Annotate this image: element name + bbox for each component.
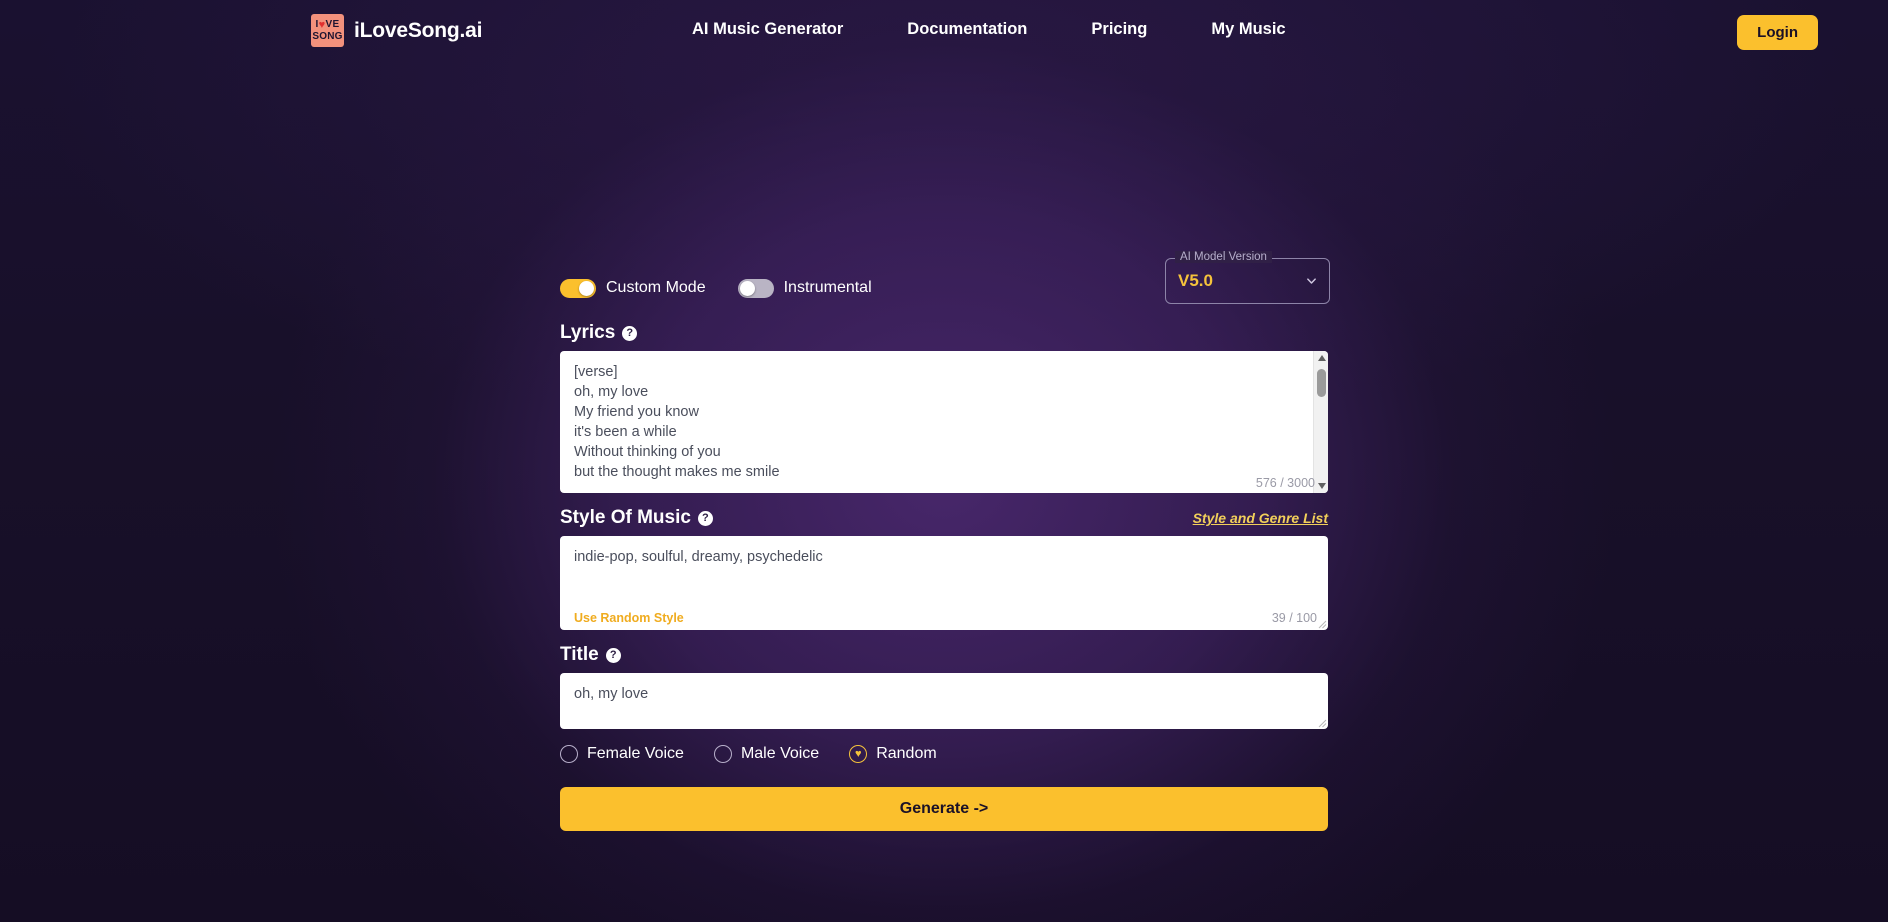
radio-random-voice[interactable]: ♥ Random xyxy=(849,745,937,764)
ai-model-version-legend: AI Model Version xyxy=(1175,251,1272,264)
nav-item-my-music[interactable]: My Music xyxy=(1179,20,1317,39)
radio-female-voice[interactable]: Female Voice xyxy=(560,745,684,764)
use-random-style-button[interactable]: Use Random Style xyxy=(574,611,684,625)
logo-mark-line2: SONG xyxy=(312,30,343,42)
lyrics-label: Lyrics ? xyxy=(560,322,638,344)
ai-model-version-field: AI Model Version V5.0 xyxy=(1165,251,1330,305)
lyrics-label-text: Lyrics xyxy=(560,322,616,344)
instrumental-label: Instrumental xyxy=(783,279,872,297)
page-title: AI Music Generator xyxy=(609,82,1280,167)
page-root: I ♥ VE SONG iLoveSong.ai AI Music Genera… xyxy=(0,0,1888,922)
custom-mode-label: Custom Mode xyxy=(606,279,706,297)
nav-item-pricing[interactable]: Pricing xyxy=(1059,20,1179,39)
radio-label-female-voice: Female Voice xyxy=(587,745,684,763)
generator-form: Custom Mode Instrumental AI Model Versio… xyxy=(560,251,1330,832)
logo-mark-line1-right: VE xyxy=(325,19,340,30)
main-navigation: AI Music Generator Documentation Pricing… xyxy=(660,20,1318,39)
title-value: oh, my love xyxy=(574,686,649,703)
brand-name: iLoveSong.ai xyxy=(354,18,483,42)
radio-male-voice[interactable]: Male Voice xyxy=(713,745,820,764)
lyrics-scrollbar[interactable] xyxy=(1313,351,1328,494)
login-button[interactable]: Login xyxy=(1737,15,1818,50)
custom-mode-toggle[interactable] xyxy=(560,278,596,298)
radio-circle-icon xyxy=(560,745,578,764)
toggle-knob xyxy=(739,280,755,296)
scrollbar-thumb[interactable] xyxy=(1317,369,1326,398)
style-textarea[interactable]: indie-pop, soulful, dreamy, psychedelic … xyxy=(560,536,1328,631)
title-label-row: Title ? xyxy=(560,644,1328,666)
style-label-row: Style Of Music ? Style and Genre List xyxy=(560,507,1328,529)
ai-model-version-select[interactable]: AI Model Version V5.0 xyxy=(1165,251,1330,305)
voice-options-group: Female Voice Male Voice ♥ Random xyxy=(560,745,1328,764)
generate-button[interactable]: Generate -> xyxy=(560,787,1328,832)
radio-heart-selected-icon: ♥ xyxy=(849,745,868,764)
hero-subtitle-text: Create your own unparalleled music, male… xyxy=(569,188,1066,210)
lyrics-counter: 576 / 3000 xyxy=(1255,476,1315,491)
style-value: indie-pop, soulful, dreamy, psychedelic xyxy=(574,549,823,566)
instrumental-group: Instrumental xyxy=(737,278,872,298)
nav-item-documentation[interactable]: Documentation xyxy=(875,20,1059,39)
style-counter: 39 / 100 xyxy=(1271,611,1317,626)
resize-grip-icon[interactable] xyxy=(1316,618,1327,629)
help-icon[interactable]: ? xyxy=(605,647,621,663)
scroll-down-arrow-icon[interactable] xyxy=(1314,479,1328,493)
lyrics-value: [verse] oh, my love My friend you know i… xyxy=(574,364,780,481)
help-icon[interactable]: ? xyxy=(697,510,713,526)
ilovesong-logo-icon: I ♥ VE SONG xyxy=(311,14,344,47)
hero-subtitle-highlight: MP3 audios and MP4 videos. xyxy=(1065,188,1319,210)
instrumental-toggle[interactable] xyxy=(737,278,774,298)
mode-row: Custom Mode Instrumental AI Model Versio… xyxy=(560,251,1330,308)
heart-icon: ♥ xyxy=(854,747,862,760)
help-icon[interactable]: ? xyxy=(622,325,638,341)
heart-icon: ♥ xyxy=(318,18,326,31)
resize-grip-icon[interactable] xyxy=(1316,717,1327,728)
lyrics-label-row: Lyrics ? xyxy=(560,322,1328,344)
chevron-down-icon xyxy=(1306,276,1317,287)
custom-mode-group: Custom Mode xyxy=(560,278,706,298)
style-label: Style Of Music ? xyxy=(560,507,713,529)
lyrics-textarea[interactable]: [verse] oh, my love My friend you know i… xyxy=(560,351,1328,494)
title-label-text: Title xyxy=(560,644,599,666)
title-label: Title ? xyxy=(560,644,621,666)
hero-subtitle-line2: Enjoy innovative music instantly. xyxy=(811,216,1077,238)
title-input[interactable]: oh, my love xyxy=(560,673,1328,730)
style-and-genre-list-link[interactable]: Style and Genre List xyxy=(1193,510,1328,526)
hero-subtitle: Create your own unparalleled music, male… xyxy=(0,185,1888,242)
radio-circle-icon xyxy=(713,745,732,764)
site-header: I ♥ VE SONG iLoveSong.ai AI Music Genera… xyxy=(0,0,1888,66)
toggle-knob xyxy=(579,280,594,296)
brand-logo-link[interactable]: I ♥ VE SONG iLoveSong.ai xyxy=(311,14,482,47)
ai-model-version-value: V5.0 xyxy=(1178,271,1213,291)
radio-label-random: Random xyxy=(876,745,937,763)
radio-label-male-voice: Male Voice xyxy=(740,745,820,763)
hero-section: AI Music Generator Create your own unpar… xyxy=(0,82,1888,242)
style-label-text: Style Of Music xyxy=(560,507,691,529)
nav-item-ai-music-generator[interactable]: AI Music Generator xyxy=(660,20,875,39)
scroll-up-arrow-icon[interactable] xyxy=(1314,351,1328,365)
